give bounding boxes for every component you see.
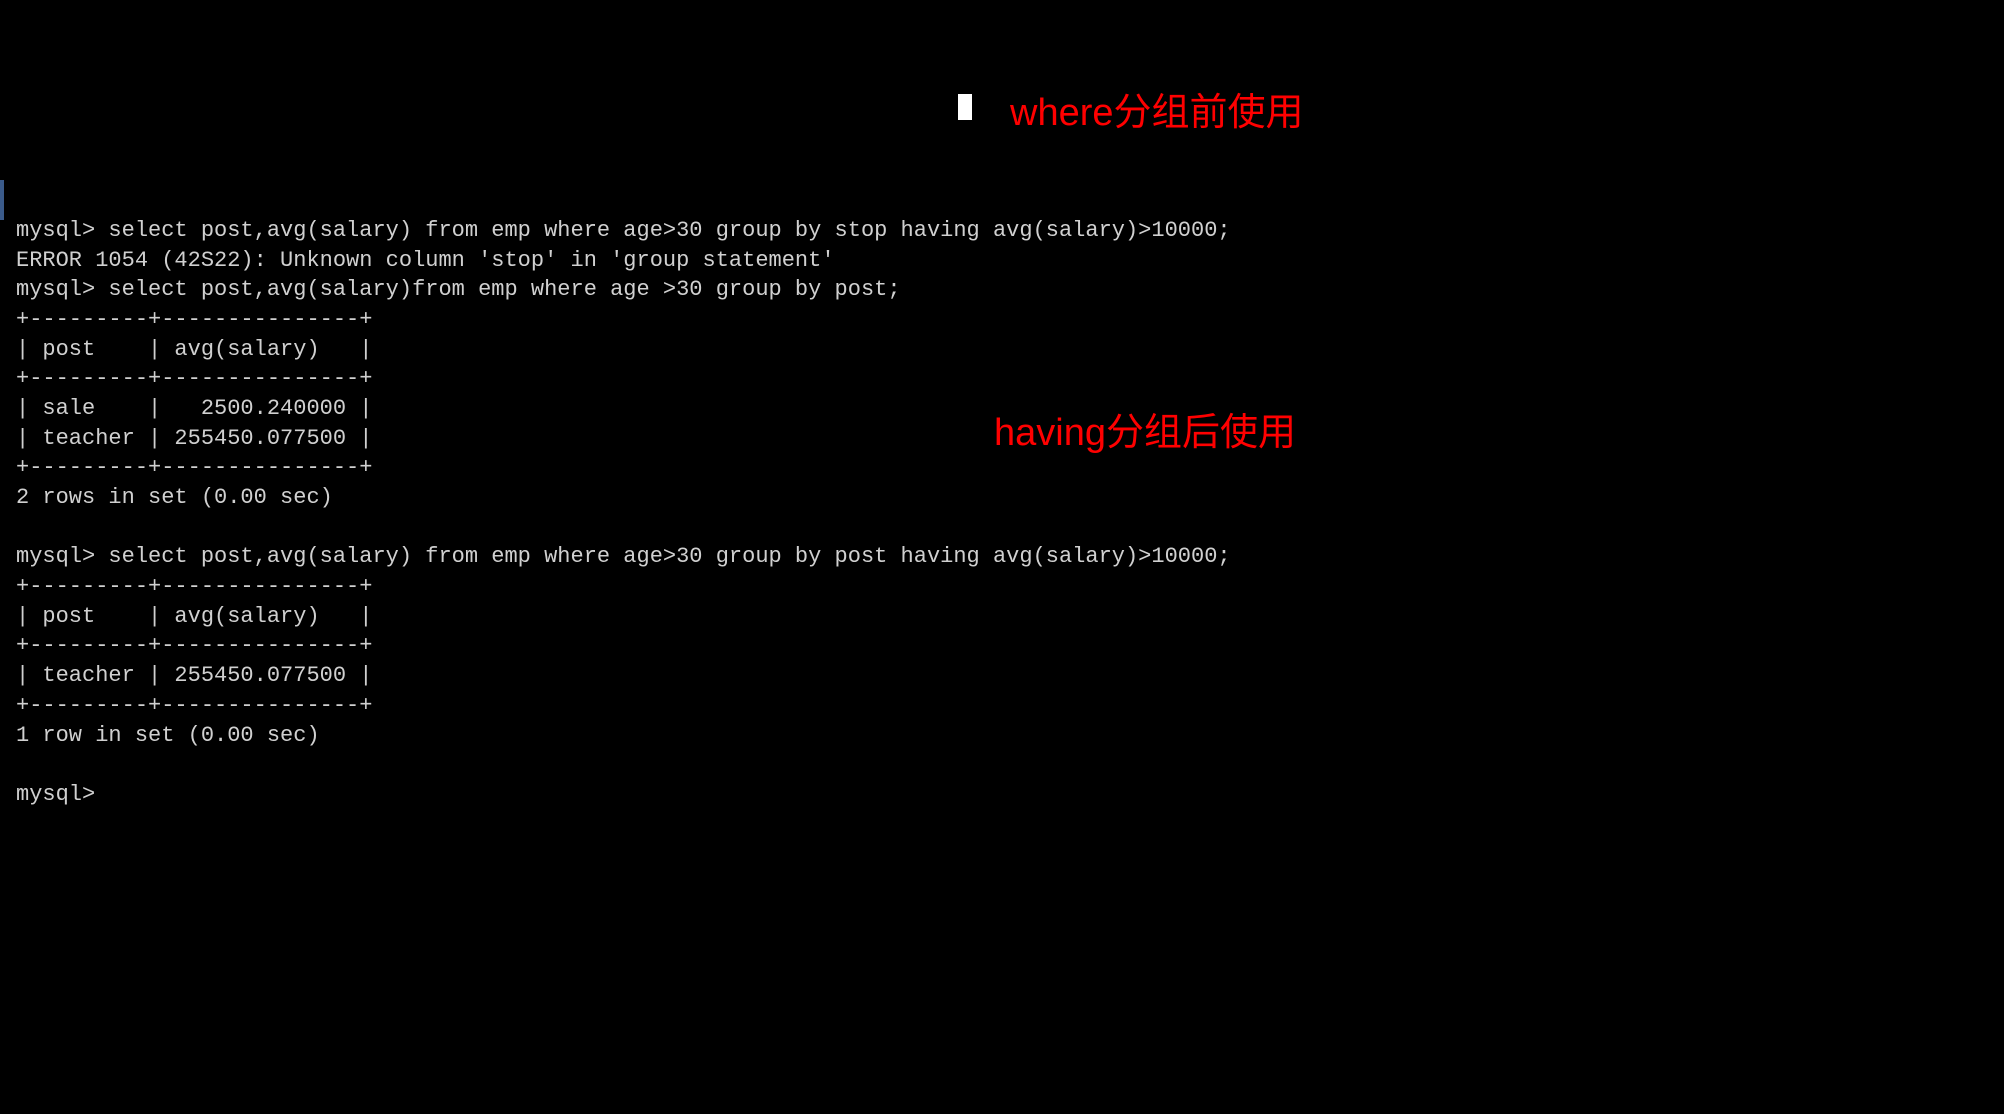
table2-header: | post | avg(salary) | <box>16 604 372 629</box>
table1-header: | post | avg(salary) | <box>16 337 372 362</box>
table1-result-summary: 2 rows in set (0.00 sec) <box>16 485 333 510</box>
left-selection-border <box>0 180 4 220</box>
annotation-having: having分组后使用 <box>994 408 1296 459</box>
table2-border-bottom: +---------+---------------+ <box>16 693 372 718</box>
text-cursor <box>958 94 972 120</box>
table2-row-teacher: | teacher | 255450.077500 | <box>16 663 372 688</box>
annotation-where: where分组前使用 <box>1010 88 1304 139</box>
table1-border-bottom: +---------+---------------+ <box>16 455 372 480</box>
table1-row-teacher: | teacher | 255450.077500 | <box>16 426 372 451</box>
error-message: ERROR 1054 (42S22): Unknown column 'stop… <box>16 248 835 273</box>
terminal-output[interactable]: mysql> select post,avg(salary) from emp … <box>0 178 2004 817</box>
sql-query-2: mysql> select post,avg(salary)from emp w… <box>16 277 901 302</box>
table1-border-top: +---------+---------------+ <box>16 307 372 332</box>
mysql-prompt[interactable]: mysql> <box>16 782 95 807</box>
table1-row-sale: | sale | 2500.240000 | <box>16 396 372 421</box>
table2-border-mid: +---------+---------------+ <box>16 633 372 658</box>
sql-query-1: mysql> select post,avg(salary) from emp … <box>16 218 1231 243</box>
table2-border-top: +---------+---------------+ <box>16 574 372 599</box>
table1-border-mid: +---------+---------------+ <box>16 366 372 391</box>
sql-query-3: mysql> select post,avg(salary) from emp … <box>16 544 1231 569</box>
table2-result-summary: 1 row in set (0.00 sec) <box>16 723 320 748</box>
